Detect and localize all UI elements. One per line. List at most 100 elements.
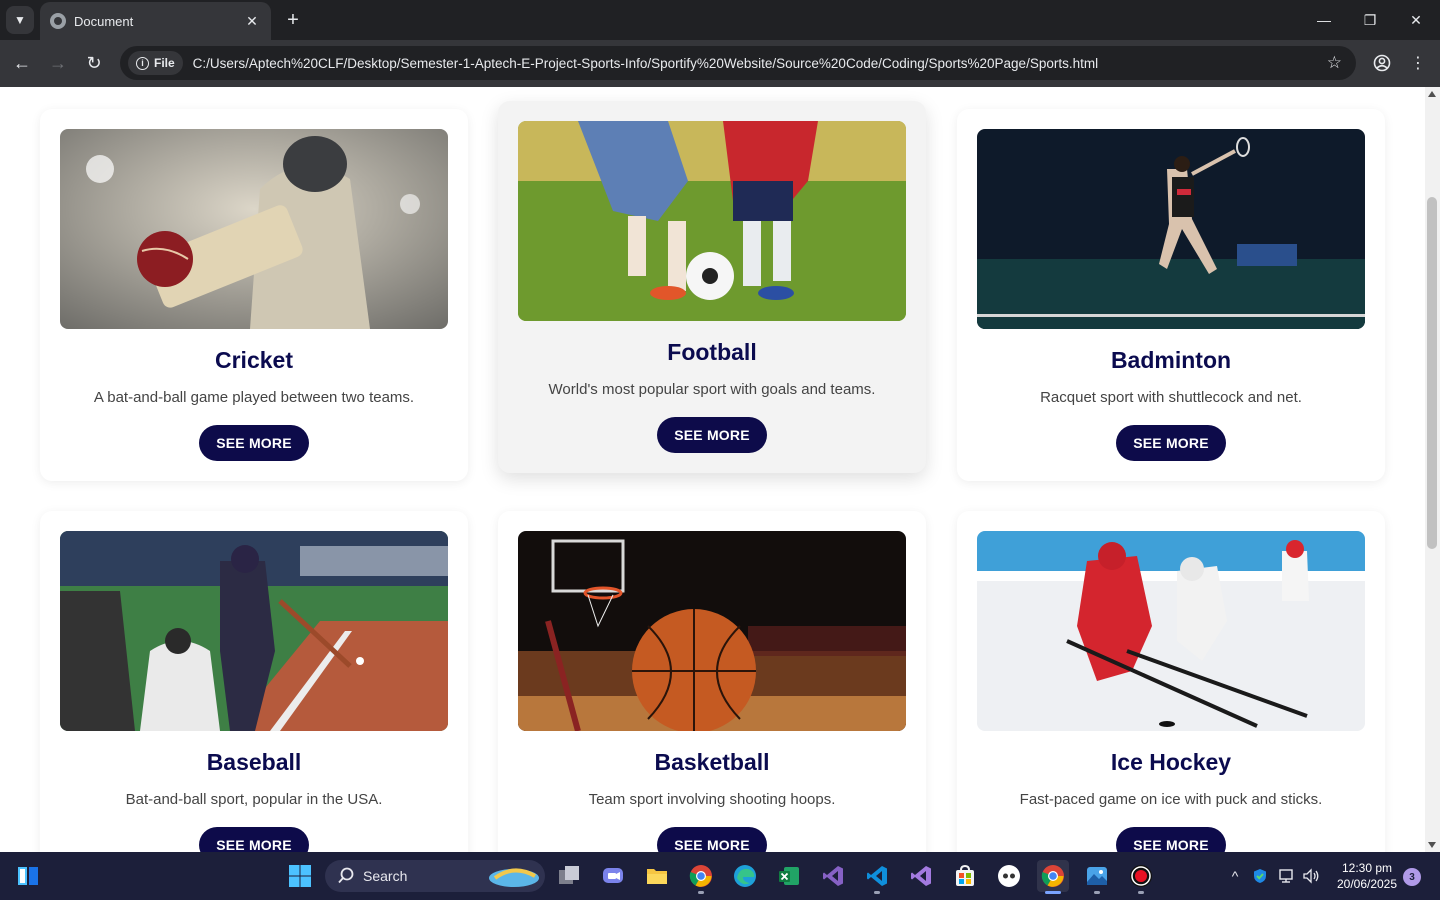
- url-text[interactable]: C:/Users/Aptech%20CLF/Desktop/Semester-1…: [193, 56, 1327, 71]
- sport-card-football: Football World's most popular sport with…: [498, 101, 926, 473]
- reload-button[interactable]: ↻: [80, 49, 108, 77]
- vscode-button[interactable]: [861, 860, 893, 894]
- see-more-button[interactable]: SEE MORE: [199, 425, 309, 461]
- app-icon: [998, 865, 1020, 887]
- chrome-active-button[interactable]: [1037, 860, 1069, 894]
- card-description: Racquet sport with shuttlecock and net.: [1040, 389, 1302, 406]
- baseball-image: [60, 531, 448, 731]
- see-more-button[interactable]: SEE MORE: [657, 827, 767, 852]
- system-clock[interactable]: 12:30 pm 20/06/2025: [1328, 860, 1406, 892]
- network-tray-button[interactable]: [1276, 852, 1298, 900]
- chevron-down-icon: ▼: [14, 13, 26, 27]
- see-more-button[interactable]: SEE MORE: [1116, 425, 1226, 461]
- teams-chat-icon: [603, 868, 623, 883]
- edge-button[interactable]: [729, 860, 761, 892]
- file-explorer-button[interactable]: [641, 860, 673, 892]
- excel-icon: [779, 867, 799, 885]
- volume-tray-button[interactable]: [1300, 852, 1322, 900]
- card-title: Football: [667, 339, 757, 365]
- photos-icon: [1087, 867, 1107, 885]
- microsoft-store-button[interactable]: [949, 860, 981, 892]
- sport-card-badminton: Badminton Racquet sport with shuttlecock…: [957, 109, 1385, 481]
- close-window-button[interactable]: ✕: [1393, 0, 1439, 40]
- page-viewport: Cricket A bat-and-ball game played betwe…: [0, 87, 1425, 852]
- network-icon: [1279, 869, 1293, 883]
- more-vert-icon: ⋮: [1410, 55, 1426, 72]
- arrow-left-icon: ←: [13, 52, 31, 73]
- minimize-icon: —: [1317, 12, 1331, 28]
- bookmark-star-icon[interactable]: ☆: [1327, 53, 1342, 73]
- browser-toolbar: ← → ↻ i File C:/Users/Aptech%20CLF/Deskt…: [0, 40, 1440, 87]
- close-icon[interactable]: ✕: [243, 13, 261, 30]
- scroll-down-arrow-icon[interactable]: [1428, 842, 1436, 848]
- widgets-button[interactable]: [12, 860, 44, 892]
- site-info-chip[interactable]: i File: [128, 51, 183, 75]
- volume-icon: [1303, 868, 1319, 884]
- scheme-label: File: [154, 56, 175, 70]
- card-description: World's most popular sport with goals an…: [548, 381, 876, 398]
- taskbar-search[interactable]: Search: [325, 860, 545, 892]
- basketball-image: [518, 531, 906, 731]
- forward-button[interactable]: →: [44, 49, 72, 77]
- search-label: Search: [363, 868, 408, 884]
- arrow-right-icon: →: [49, 52, 67, 73]
- tab-document[interactable]: Document ✕: [40, 2, 271, 40]
- edge-icon: [734, 865, 756, 887]
- running-indicator: [874, 891, 880, 894]
- notification-badge[interactable]: 3: [1403, 868, 1421, 886]
- app-button[interactable]: [993, 860, 1025, 892]
- excel-button[interactable]: [773, 860, 805, 892]
- scroll-up-arrow-icon[interactable]: [1428, 91, 1436, 97]
- see-more-button[interactable]: SEE MORE: [199, 827, 309, 852]
- running-indicator: [698, 891, 704, 894]
- restore-icon: ❐: [1363, 11, 1377, 28]
- football-image: [518, 121, 906, 321]
- defender-tray-button[interactable]: [1249, 852, 1271, 900]
- globe-icon: [50, 13, 66, 29]
- windows-logo-icon: [289, 865, 311, 887]
- card-description: Bat-and-ball sport, popular in the USA.: [125, 791, 383, 808]
- card-description: A bat-and-ball game played between two t…: [93, 389, 415, 406]
- running-indicator: [1094, 891, 1100, 894]
- visual-studio-icon: [911, 866, 931, 886]
- card-description: Fast-paced game on ice with puck and sti…: [1019, 791, 1323, 808]
- photos-button[interactable]: [1081, 860, 1113, 894]
- windows-taskbar: Search ^ 12:30 pm 20/06/2025 3: [0, 852, 1440, 900]
- widgets-icon: [18, 867, 38, 885]
- badminton-image: [977, 129, 1365, 329]
- menu-button[interactable]: ⋮: [1404, 49, 1432, 77]
- see-more-button[interactable]: SEE MORE: [1116, 827, 1226, 852]
- scrollbar-thumb[interactable]: [1427, 197, 1437, 549]
- show-hidden-icons-button[interactable]: ^: [1224, 852, 1246, 900]
- sport-card-cricket: Cricket A bat-and-ball game played betwe…: [40, 109, 468, 481]
- chrome-icon: [689, 865, 712, 887]
- tab-strip: ▼ Document ✕ + — ❐ ✕: [0, 0, 1440, 40]
- address-bar[interactable]: i File C:/Users/Aptech%20CLF/Desktop/Sem…: [120, 46, 1356, 80]
- back-button[interactable]: ←: [8, 49, 36, 77]
- page-scrollbar[interactable]: [1425, 87, 1440, 852]
- task-view-button[interactable]: [553, 860, 585, 892]
- plus-icon: +: [287, 8, 299, 31]
- restore-button[interactable]: ❐: [1347, 0, 1393, 40]
- visual-studio-alt-button[interactable]: [905, 860, 937, 892]
- ice-hockey-image: [977, 531, 1365, 731]
- tab-search-button[interactable]: ▼: [6, 6, 34, 34]
- tab-title: Document: [74, 13, 134, 29]
- minimize-button[interactable]: —: [1301, 0, 1347, 40]
- visual-studio-button[interactable]: [817, 860, 849, 892]
- new-tab-button[interactable]: +: [280, 6, 306, 34]
- teams-chat-button[interactable]: [597, 860, 629, 892]
- search-icon: [338, 867, 354, 884]
- info-icon: i: [136, 56, 149, 70]
- chrome-icon: [1041, 865, 1064, 887]
- chrome-taskbar-button[interactable]: [685, 860, 717, 894]
- see-more-button[interactable]: SEE MORE: [657, 417, 767, 453]
- start-button[interactable]: [284, 860, 316, 892]
- card-title: Cricket: [215, 347, 293, 373]
- recorder-button[interactable]: [1125, 860, 1157, 894]
- profile-button[interactable]: [1368, 49, 1396, 77]
- visual-studio-icon: [823, 866, 843, 886]
- store-icon: [956, 864, 974, 886]
- profile-icon: [1373, 54, 1391, 72]
- search-highlight-icon: [489, 868, 539, 887]
